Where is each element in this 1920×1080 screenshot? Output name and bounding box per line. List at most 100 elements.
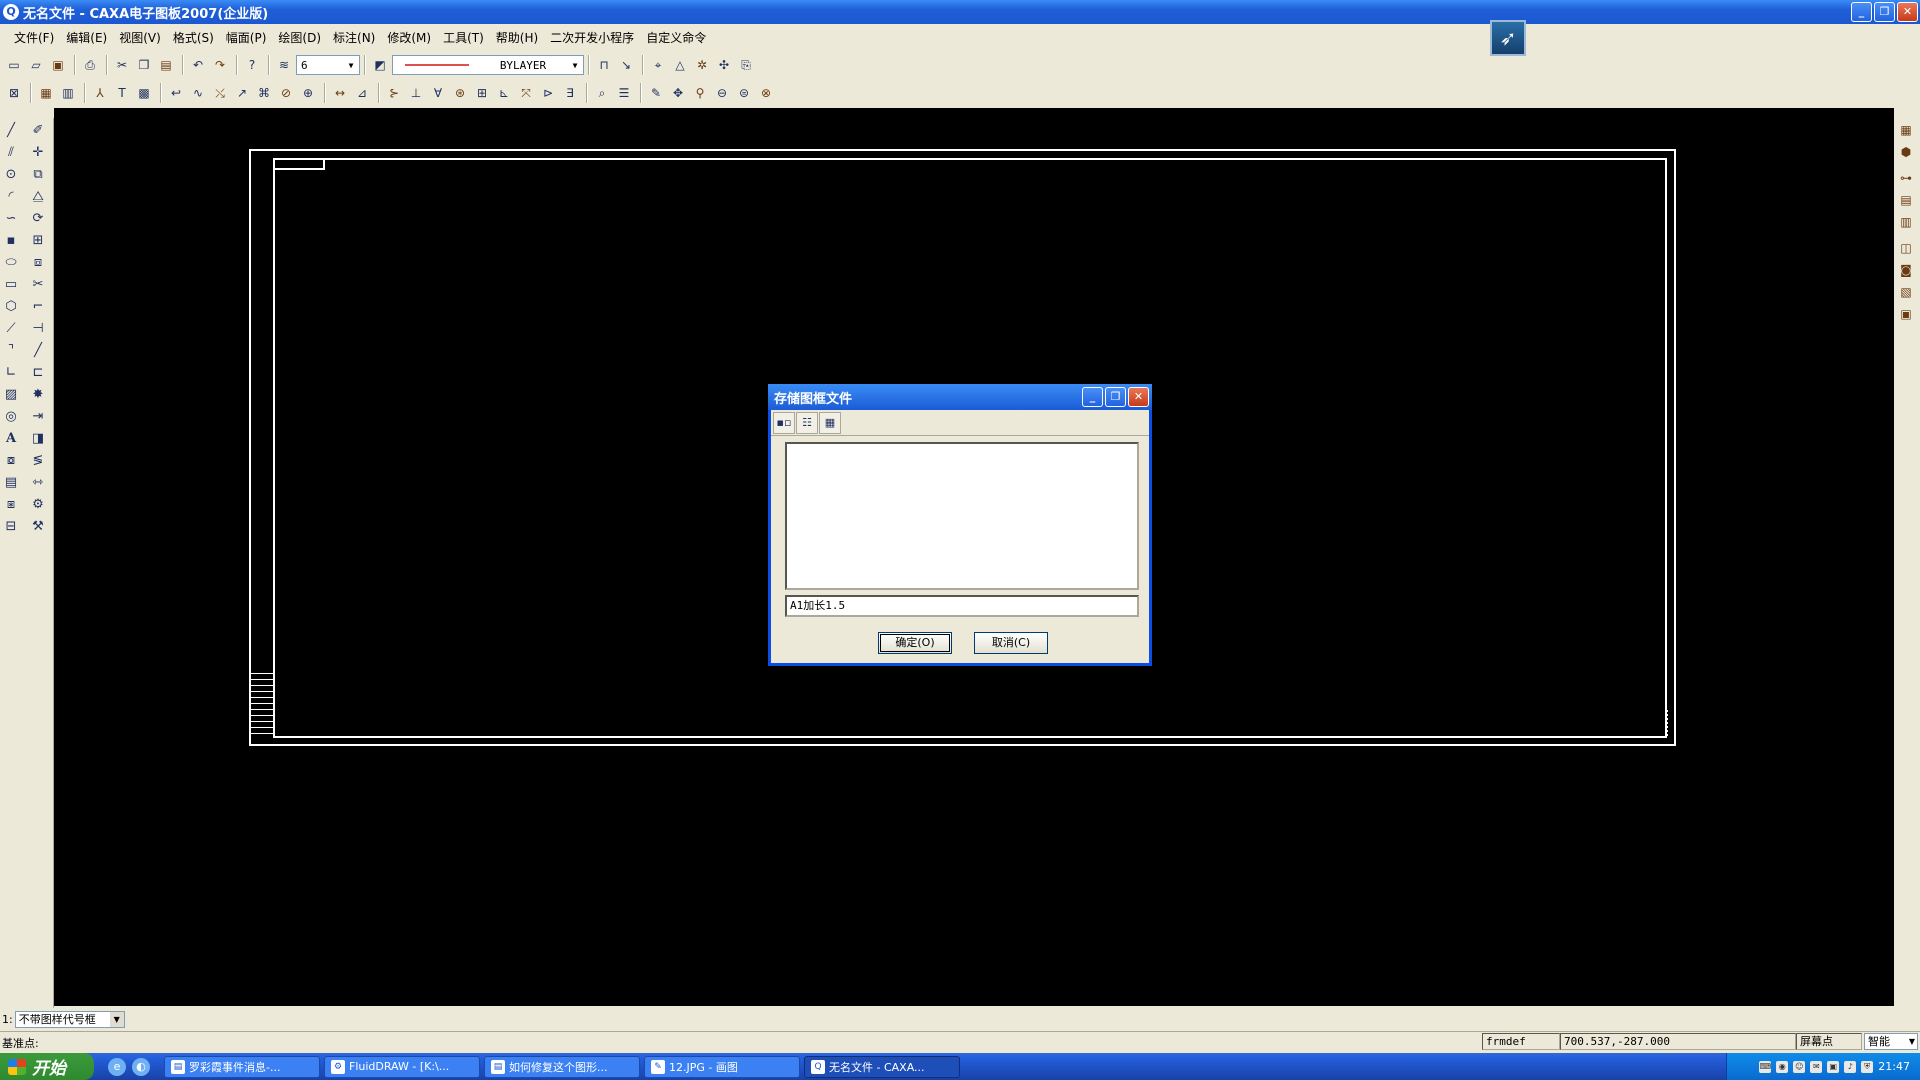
parts-library-icon[interactable]: ▦ (1896, 120, 1916, 140)
menu-file[interactable]: 文件(F) (14, 29, 54, 46)
menu-dimension[interactable]: 标注(N) (333, 29, 375, 46)
spline-icon[interactable]: ∽ (1, 208, 21, 228)
insert-block-icon[interactable]: ⧆ (1, 494, 21, 514)
rectangle-icon[interactable]: ▭ (1, 274, 21, 294)
taskbar-item[interactable]: ▤ 罗彩霞事件消息-... (164, 1055, 320, 1078)
chevron-down-icon[interactable]: ▼ (1909, 1034, 1915, 1049)
taskbar-item[interactable]: ▤ 如何修复这个图形... (484, 1055, 640, 1078)
text-note-icon[interactable]: ∃ (560, 83, 580, 103)
zoom-window-icon[interactable]: ⌕ (592, 83, 612, 103)
erase-icon[interactable]: ✐ (28, 120, 48, 140)
print-icon[interactable]: ⎙ (80, 55, 100, 75)
taskbar-item-active[interactable]: Q 无名文件 - CAXA... (804, 1055, 960, 1078)
chevron-down-icon[interactable]: ▼ (345, 61, 357, 70)
window-titlebar[interactable]: Q 无名文件 - CAXA电子图板2007(企业版) _ ❐ ✕ (0, 0, 1920, 24)
text-tool-icon[interactable]: A (1, 428, 21, 448)
menu-format[interactable]: 格式(S) (173, 29, 214, 46)
menu-tools[interactable]: 工具(T) (443, 29, 484, 46)
linetype-select[interactable]: BYLAYER ▼ (392, 55, 584, 75)
undo-icon[interactable]: ↶ (188, 55, 208, 75)
show-desktop-icon[interactable]: ◐ (132, 1057, 150, 1076)
paste-icon[interactable]: ▤ (156, 55, 176, 75)
move-icon[interactable]: ✛ (28, 142, 48, 162)
frame-option-select[interactable]: 不带图样代号框 ▼ (14, 1010, 125, 1028)
menu-custom-commands[interactable]: 自定义命令 (646, 29, 706, 46)
query-point-icon[interactable]: ⌖ (648, 55, 668, 75)
dialog-titlebar[interactable]: 存储图框文件 _ ❐ ✕ (768, 384, 1152, 410)
redraw-icon[interactable]: ✎ (646, 83, 666, 103)
section-icon[interactable]: ⊾ (494, 83, 514, 103)
chevron-down-icon[interactable]: ▼ (109, 1011, 124, 1027)
title-block-icon[interactable]: ▥ (58, 83, 78, 103)
minimize-button[interactable]: _ (1851, 2, 1872, 22)
menu-modify[interactable]: 修改(M) (387, 29, 431, 46)
point-icon[interactable]: ▪ (1, 230, 21, 250)
center-line-icon[interactable]: ⊘ (276, 83, 296, 103)
snap-mode[interactable]: 屏幕点 (1796, 1033, 1862, 1050)
frame-icon[interactable]: ▦ (36, 83, 56, 103)
angle-line-icon[interactable]: ∟ (1, 362, 21, 382)
polyline-icon[interactable]: ↩ (166, 83, 186, 103)
image-icon[interactable]: ⧇ (1, 450, 21, 470)
large-icons-icon[interactable]: ▪▫ (773, 411, 795, 434)
layer-select[interactable]: 6 ▼ (296, 55, 360, 75)
bom-icon[interactable]: ▥ (1896, 212, 1916, 232)
linear-dimension-icon[interactable]: ↔ (330, 83, 350, 103)
details-view-icon[interactable]: ▦ (819, 411, 841, 434)
display-icon[interactable]: ▣ (1827, 1060, 1840, 1073)
block-icon[interactable]: ◨ (28, 428, 48, 448)
query-element-icon[interactable]: ✲ (692, 55, 712, 75)
chevron-down-icon[interactable]: ▼ (569, 61, 581, 70)
hole-shaft-icon[interactable]: ⌘ (254, 83, 274, 103)
trim-icon[interactable]: ✂ (28, 274, 48, 294)
frame-file-list[interactable] (785, 442, 1139, 590)
menu-sheet[interactable]: 幅面(P) (226, 29, 267, 46)
polygon-icon[interactable]: ⬡ (1, 296, 21, 316)
dialog-maximize-button[interactable]: ❐ (1105, 387, 1126, 407)
redo-icon[interactable]: ↷ (210, 55, 230, 75)
list-view-icon[interactable]: ☷ (796, 411, 818, 434)
gear-tool-icon[interactable]: ⚙ (28, 494, 48, 514)
color-icon[interactable]: ◩ (370, 55, 390, 75)
leader-icon[interactable]: ⊱ (384, 83, 404, 103)
centerline-icon[interactable]: ⟋ (1, 318, 21, 338)
chamfer-icon[interactable]: ⊳ (538, 83, 558, 103)
snap-option-select[interactable]: 智能 ▼ (1864, 1033, 1918, 1050)
menu-view[interactable]: 视图(V) (119, 29, 161, 46)
pan-icon[interactable]: ☰ (614, 83, 634, 103)
menu-edit[interactable]: 编辑(E) (66, 29, 107, 46)
parts-list-icon[interactable]: ▩ (134, 83, 154, 103)
datum-icon[interactable]: ⊥ (406, 83, 426, 103)
taskbar-item[interactable]: ✎ 12.JPG - 画图 (644, 1055, 800, 1078)
zoom-previous-icon[interactable]: ⊜ (734, 83, 754, 103)
filename-input[interactable]: A1加长1.5 (785, 595, 1139, 617)
stretch-icon[interactable]: ⊏ (28, 362, 48, 382)
zoom-extents-icon[interactable]: ⊗ (756, 83, 776, 103)
ok-button[interactable]: 确定(O) (878, 632, 952, 654)
manager-icon[interactable]: ▣ (1896, 304, 1916, 324)
query-angle-icon[interactable]: △ (670, 55, 690, 75)
close-button[interactable]: ✕ (1897, 2, 1918, 22)
fillet-icon[interactable]: ⌐ (28, 296, 48, 316)
taskbar-item[interactable]: ⚙ FluidDRAW - [K:\... (324, 1055, 480, 1078)
table-icon[interactable]: ▤ (1896, 190, 1916, 210)
weld-symbol-icon[interactable]: ⊛ (450, 83, 470, 103)
cross-mark-icon[interactable]: ⊕ (298, 83, 318, 103)
break-icon[interactable]: ╱ (28, 340, 48, 360)
property-brush-icon[interactable]: ⚒ (28, 516, 48, 536)
dialog-minimize-button[interactable]: _ (1082, 387, 1103, 407)
query-area-icon[interactable]: ✣ (714, 55, 734, 75)
bolt-icon[interactable]: ⇿ (28, 472, 48, 492)
layer-tool-icon[interactable]: ≶ (28, 450, 48, 470)
hatch-style-icon[interactable]: ▧ (1896, 282, 1916, 302)
caxa-app-icon[interactable]: Q (3, 4, 19, 20)
open-file-icon[interactable]: ▱ (26, 55, 46, 75)
query-system-icon[interactable]: ⎘ (736, 55, 756, 75)
solid-view-icon[interactable]: ⬢ (1896, 142, 1916, 162)
mirror-icon[interactable]: ⧋ (28, 186, 48, 206)
render-icon[interactable]: ◫ (1896, 238, 1916, 258)
camera-icon[interactable]: ◙ (1896, 260, 1916, 280)
qq-icon[interactable]: ☺ (1793, 1060, 1806, 1073)
rotate-icon[interactable]: ⟳ (28, 208, 48, 228)
arc-icon[interactable]: ◜ (1, 186, 21, 206)
